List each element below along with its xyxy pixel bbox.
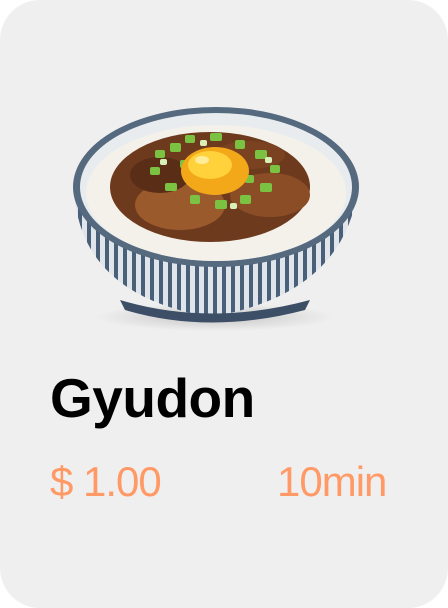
gyudon-bowl-image [73, 107, 359, 331]
dish-price: $ 1.00 [50, 458, 162, 505]
food-card[interactable]: Gyudon $ 1.00 10min [0, 0, 448, 608]
dish-name: Gyudon [50, 367, 255, 429]
prep-time: 10min [277, 458, 387, 505]
